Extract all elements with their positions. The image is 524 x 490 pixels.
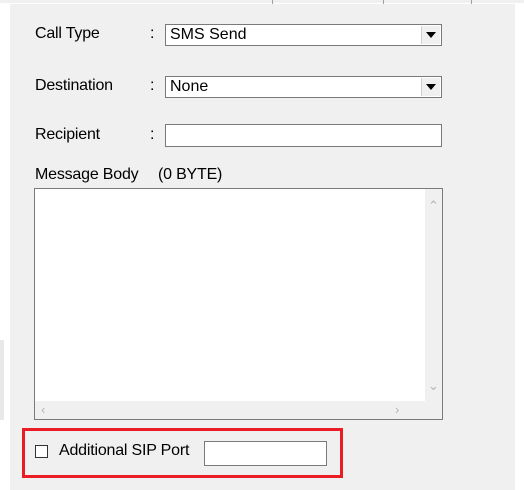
chevron-down-icon (426, 84, 436, 90)
call-type-colon: : (150, 25, 155, 42)
chevron-down-icon (426, 32, 436, 38)
left-tab-edge (0, 340, 4, 420)
message-body-label: Message Body (35, 166, 139, 183)
scroll-down-arrow-icon[interactable]: ⌄ (428, 379, 439, 392)
additional-sip-port-label: Additional SIP Port (59, 442, 190, 459)
scroll-left-arrow-icon[interactable]: ‹ (41, 403, 45, 416)
recipient-label: Recipient (35, 126, 100, 143)
horizontal-scrollbar[interactable]: ‹ › (35, 401, 425, 419)
scroll-up-arrow-icon[interactable]: ⌃ (428, 199, 439, 212)
additional-sip-port-input[interactable] (204, 441, 327, 466)
top-border (0, 0, 524, 3)
scrollbar-corner (425, 401, 442, 419)
destination-select[interactable]: None (165, 76, 442, 98)
recipient-colon: : (150, 126, 155, 143)
additional-sip-port-checkbox[interactable] (35, 445, 48, 458)
destination-label: Destination (35, 77, 113, 94)
recipient-input[interactable] (165, 124, 442, 147)
destination-dropdown-button[interactable] (421, 78, 440, 96)
message-body-textarea[interactable]: ⌃ ⌄ ‹ › (34, 188, 443, 420)
call-type-label: Call Type (35, 25, 100, 42)
vertical-scrollbar[interactable]: ⌃ ⌄ (425, 189, 442, 401)
call-type-dropdown-button[interactable] (421, 26, 440, 44)
call-type-value: SMS Send (170, 26, 247, 43)
destination-colon: : (150, 77, 155, 94)
call-type-select[interactable]: SMS Send (165, 24, 442, 46)
message-body-size: (0 BYTE) (158, 166, 223, 183)
scroll-right-arrow-icon[interactable]: › (395, 403, 399, 416)
destination-value: None (170, 78, 209, 95)
